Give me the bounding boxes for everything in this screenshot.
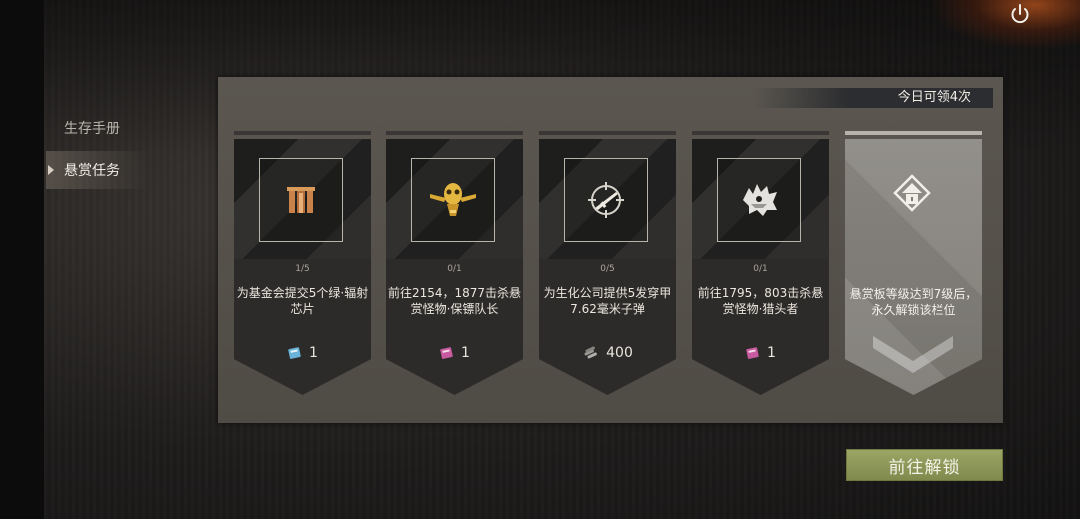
- sidebar-item-label: 生存手册: [64, 121, 120, 137]
- lock-icon: [893, 174, 931, 212]
- card-top-bar: [386, 131, 523, 135]
- task-progress: 1/5: [295, 264, 310, 274]
- reward-amount: 400: [606, 345, 633, 361]
- task-icon-frame: [259, 158, 343, 242]
- task-reward: 400: [539, 345, 676, 361]
- rifle-crosshair-icon: [588, 182, 624, 218]
- ticket-pink-icon: [440, 347, 453, 359]
- gate-icon: [287, 187, 315, 213]
- task-progress: 0/1: [447, 264, 462, 274]
- lock-badge: [870, 158, 954, 232]
- task-reward: 1: [234, 345, 371, 361]
- monster-head-icon: [743, 184, 777, 216]
- bounty-card[interactable]: 0/1 前往2154，1877击杀悬赏怪物·保镖队长 1: [386, 131, 523, 395]
- reward-amount: 1: [309, 345, 318, 361]
- sidebar-item-survival-manual[interactable]: 生存手册: [46, 109, 146, 147]
- power-glow: [930, 0, 1080, 50]
- ticket-pink-icon: [746, 347, 759, 359]
- unlock-condition: 悬赏板等级达到7级后，永久解锁该栏位: [849, 287, 978, 317]
- task-description: 为基金会提交5个绿·辐射芯片: [236, 286, 369, 316]
- task-reward: 1: [692, 345, 829, 361]
- task-icon-frame: [564, 158, 648, 242]
- task-description: 前往1795，803击杀悬赏怪物·猎头者: [697, 286, 824, 316]
- left-border: [0, 0, 44, 519]
- chevron-down-icon: [873, 336, 953, 373]
- locked-bounty-slot: 悬赏板等级达到7级后，永久解锁该栏位: [845, 131, 982, 395]
- bounty-card[interactable]: 0/1 前往1795，803击杀悬赏怪物·猎头者 1: [692, 131, 829, 395]
- power-icon: [1011, 4, 1029, 24]
- sidebar-item-bounty-tasks[interactable]: 悬赏任务: [46, 151, 146, 189]
- ticket-blue-icon: [288, 347, 301, 359]
- gold-skull-emblem-icon: [430, 183, 476, 216]
- bounty-card[interactable]: 1/5 为基金会提交5个绿·辐射芯片 1: [234, 131, 371, 395]
- task-reward: 1: [386, 345, 523, 361]
- task-icon-frame: [717, 158, 801, 242]
- task-progress: 0/1: [753, 264, 768, 274]
- power-button[interactable]: [1006, 0, 1034, 28]
- card-top-bar: [539, 131, 676, 135]
- task-progress: 0/5: [600, 264, 615, 274]
- sidebar-item-label: 悬赏任务: [64, 163, 120, 179]
- bounty-card[interactable]: 0/5 为生化公司提供5发穿甲7.62毫米子弹 400: [539, 131, 676, 395]
- card-top-bar: [845, 131, 982, 135]
- task-icon-frame: [411, 158, 495, 242]
- card-top-bar: [692, 131, 829, 135]
- task-description: 前往2154，1877击杀悬赏怪物·保镖队长: [387, 286, 522, 316]
- card-top-bar: [234, 131, 371, 135]
- task-description: 为生化公司提供5发穿甲7.62毫米子弹: [543, 286, 672, 316]
- go-unlock-button[interactable]: 前往解锁: [846, 449, 1003, 481]
- bullets-icon: [584, 346, 598, 359]
- reward-amount: 1: [767, 345, 776, 361]
- daily-limit-label: 今日可领4次: [752, 88, 993, 108]
- reward-amount: 1: [461, 345, 470, 361]
